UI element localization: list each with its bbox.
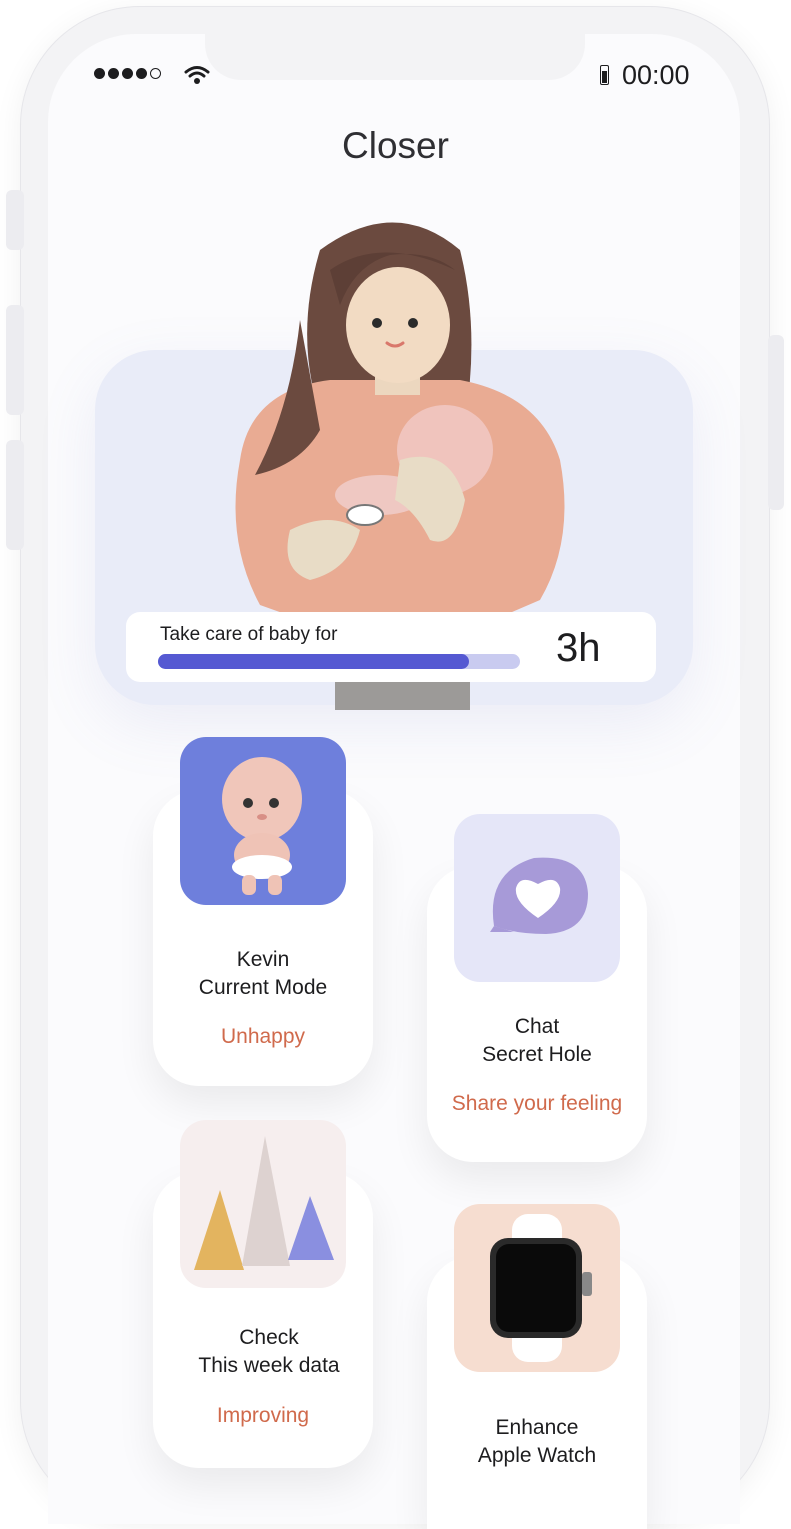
heart-chat-bubble-icon: [490, 857, 588, 934]
check-card-title: Check: [239, 1326, 299, 1349]
chat-card-title: Chat: [514, 1015, 560, 1038]
care-progress-label: Take care of baby for: [160, 624, 338, 645]
kevin-card-status: Unhappy: [220, 1025, 306, 1048]
chat-card-status: Share your feeling: [451, 1092, 623, 1115]
battery-icon: [600, 65, 609, 85]
check-card-subtitle: This week data: [198, 1354, 340, 1377]
enhance-card-text: Enhance Apple Watch: [427, 1414, 647, 1470]
kevin-thumbnail: [180, 737, 346, 905]
kevin-card-text: Kevin Current Mode: [153, 946, 373, 1002]
care-progress-track: [158, 654, 520, 669]
wifi-icon: [184, 66, 210, 84]
care-progress-fill: [158, 654, 470, 669]
watch-thumbnail: [454, 1204, 620, 1372]
side-button-volume-down: [6, 440, 24, 550]
mountain-chart-icon: [194, 1136, 334, 1270]
enhance-card-subtitle: Apple Watch: [477, 1444, 597, 1467]
check-card-status: Improving: [216, 1404, 310, 1427]
enhance-card-title: Enhance: [495, 1416, 579, 1439]
kevin-card-title: Kevin: [236, 948, 290, 971]
chat-card-text: Chat Secret Hole: [427, 1013, 647, 1069]
side-button-silent: [6, 190, 24, 250]
side-button-power: [768, 335, 784, 510]
baby-avatar-icon: [222, 757, 302, 895]
page-title: Closer: [342, 125, 449, 166]
kevin-card-subtitle: Current Mode: [198, 976, 328, 999]
care-progress-value: 3h: [556, 626, 601, 670]
notch: [205, 34, 585, 80]
chat-thumbnail: [454, 814, 620, 982]
side-button-volume-up: [6, 305, 24, 415]
care-progress-panel: Take care of baby for 3h: [126, 612, 656, 682]
check-card-text: Check This week data: [159, 1324, 379, 1380]
check-thumbnail: [180, 1120, 346, 1288]
status-time: 00:00: [622, 60, 690, 90]
chat-card-subtitle: Secret Hole: [482, 1043, 592, 1066]
apple-watch-icon: [490, 1214, 592, 1362]
signal-dots-icon: [94, 68, 161, 79]
